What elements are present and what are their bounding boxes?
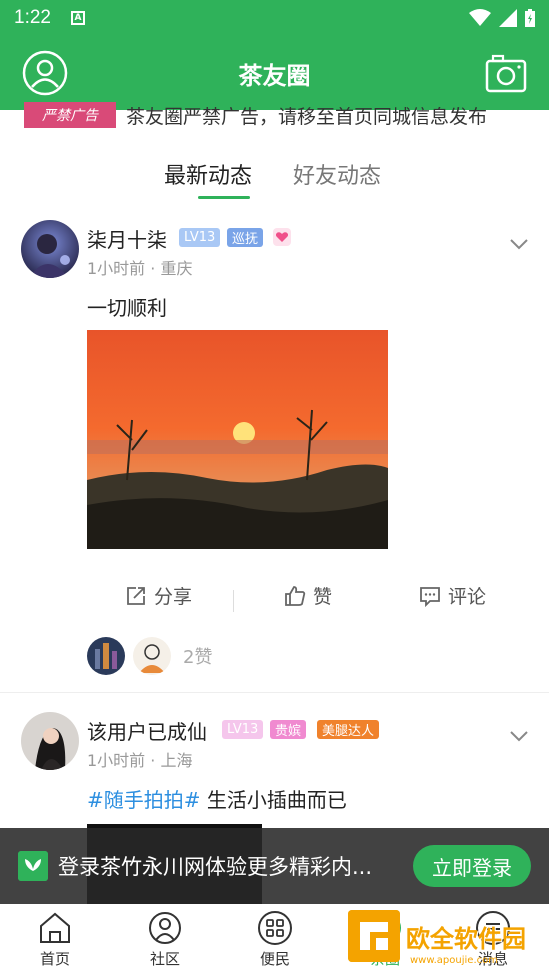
action-divider — [233, 590, 234, 612]
share-icon — [127, 586, 145, 605]
signal-icon — [499, 9, 517, 27]
nav-label: 便民 — [259, 950, 290, 968]
home-icon — [40, 912, 70, 943]
avatar[interactable] — [21, 220, 79, 278]
like-button[interactable]: 赞 — [283, 582, 332, 609]
status-bar: 1:22 A — [0, 0, 549, 36]
level-badge: LV13 — [222, 720, 264, 739]
rank-badge: 贵嫔 — [270, 720, 307, 739]
sim-icon: A — [70, 11, 85, 25]
share-label: 分享 — [154, 586, 193, 608]
nav-item-community[interactable]: 社区 — [130, 910, 200, 969]
nav-item-home[interactable]: 首页 — [20, 910, 90, 969]
page-title: 茶友圈 — [238, 62, 311, 90]
title-badge: 美腿达人 — [317, 720, 380, 739]
share-button[interactable]: 分享 — [124, 582, 192, 609]
battery-icon — [525, 9, 535, 27]
announcement-banner[interactable]: 严禁广告 茶友圈严禁广告，请移至首页同城信息发布 — [0, 100, 549, 130]
post-text: 生活小插曲而已 — [200, 788, 347, 812]
wifi-icon — [469, 9, 491, 26]
post-meta: 1小时前 · 重庆 — [87, 259, 193, 278]
post-author[interactable]: 该用户已成仙 — [87, 716, 207, 745]
watermark: 欧全软件园 www.apoujie.com — [348, 904, 543, 968]
liker-avatar — [87, 637, 125, 675]
status-icons — [469, 9, 535, 27]
tab-friends[interactable]: 好友动态 — [293, 158, 381, 190]
rank-badge: 巡抚 — [227, 228, 264, 247]
post-content: #随手拍拍# 生活小插曲而已 — [87, 784, 347, 813]
post-content: 一切顺利 — [87, 296, 167, 320]
thumbs-up-icon — [285, 585, 306, 606]
login-message: 登录茶竹永川网体验更多精彩内... — [58, 855, 373, 879]
login-button[interactable]: 立即登录 — [413, 845, 531, 887]
comment-icon — [420, 586, 440, 607]
post-meta: 1小时前 · 上海 — [87, 751, 193, 770]
nav-label: 首页 — [39, 950, 70, 968]
likes-row[interactable]: 2赞 — [87, 637, 212, 675]
post-divider — [0, 692, 549, 693]
post-photo[interactable] — [87, 330, 388, 549]
camera-icon[interactable] — [485, 52, 527, 94]
comment-label: 评论 — [448, 586, 487, 608]
nav-label: 社区 — [149, 950, 180, 968]
login-prompt-bar: 登录茶竹永川网体验更多精彩内... 立即登录 — [0, 828, 549, 904]
banner-text: 茶友圈严禁广告，请移至首页同城信息发布 — [126, 105, 488, 128]
comment-button[interactable]: 评论 — [418, 582, 486, 609]
post-actions: 分享 赞 评论 — [0, 582, 549, 622]
status-time: 1:22 — [14, 7, 51, 28]
banner-tag: 严禁广告 — [24, 102, 116, 128]
post-card: 柒月十柒 LV13 巡抚 1小时前 · 重庆 一切顺利 分享 赞 评论 2赞 — [0, 210, 549, 690]
feed-tabs: 最新动态 好友动态 — [0, 150, 549, 202]
like-label: 赞 — [313, 586, 333, 608]
post-author[interactable]: 柒月十柒 — [87, 224, 167, 253]
app-logo-icon — [18, 851, 48, 881]
watermark-url: www.apoujie.com — [410, 955, 498, 966]
avatar[interactable] — [21, 712, 79, 770]
hashtag-link[interactable]: #随手拍拍# — [87, 788, 201, 812]
watermark-text: 欧全软件园 — [406, 924, 526, 953]
level-badge: LV13 — [179, 228, 221, 247]
chevron-down-icon[interactable] — [509, 726, 529, 746]
likes-count: 2赞 — [183, 647, 213, 668]
nav-item-services[interactable]: 便民 — [240, 910, 310, 969]
liker-avatar — [133, 637, 171, 675]
heart-icon — [273, 228, 291, 246]
app-bar: 茶友圈 — [0, 36, 549, 110]
tab-latest[interactable]: 最新动态 — [164, 158, 252, 190]
community-icon — [149, 912, 181, 944]
grid-icon — [258, 911, 292, 945]
watermark-logo-icon — [348, 910, 400, 962]
tab-indicator — [198, 196, 250, 199]
chevron-down-icon[interactable] — [509, 234, 529, 254]
